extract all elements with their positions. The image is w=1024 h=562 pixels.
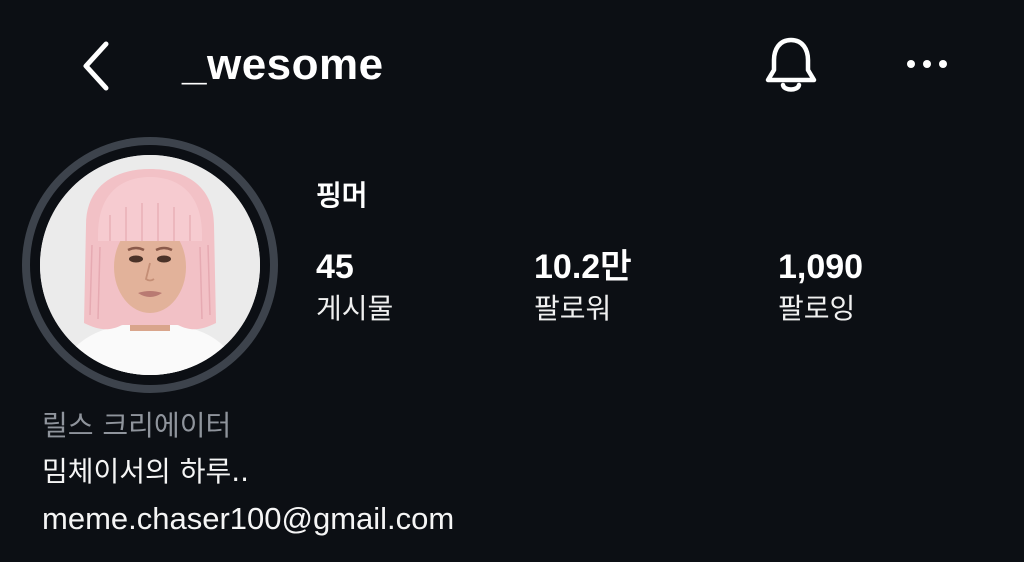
more-options-button[interactable] — [896, 40, 958, 88]
posts-count: 45 — [316, 248, 354, 286]
followers-label: 팔로워 — [534, 292, 612, 325]
profile-display-name: 핑머 — [316, 179, 368, 212]
bio-text: 밈체이서의 하루.. — [42, 455, 250, 488]
avatar-story-ring[interactable] — [22, 137, 278, 393]
chevron-left-icon — [83, 41, 109, 91]
avatar — [40, 155, 260, 375]
notifications-button[interactable] — [756, 32, 826, 98]
back-button[interactable] — [66, 36, 126, 96]
profile-header: _wesome — [0, 0, 1024, 130]
profile-bio: 릴스 크리에이터 밈체이서의 하루.. meme.chaser100@gmail… — [42, 403, 454, 541]
profile-photo — [40, 155, 260, 375]
stat-following[interactable]: 1,090 팔로잉 — [778, 246, 863, 328]
following-count: 1,090 — [778, 248, 864, 286]
more-horizontal-icon — [907, 60, 947, 68]
following-label: 팔로잉 — [778, 292, 856, 325]
stat-followers[interactable]: 10.2만 팔로워 — [534, 246, 631, 328]
bio-email-link[interactable]: meme.chaser100@gmail.com — [42, 497, 454, 541]
bell-icon — [765, 37, 817, 92]
posts-label: 게시물 — [316, 292, 394, 325]
stat-posts[interactable]: 45 게시물 — [316, 246, 393, 328]
profile-username: _wesome — [182, 40, 384, 89]
bio-category: 릴스 크리에이터 — [42, 409, 232, 442]
followers-count: 10.2만 — [534, 248, 632, 286]
